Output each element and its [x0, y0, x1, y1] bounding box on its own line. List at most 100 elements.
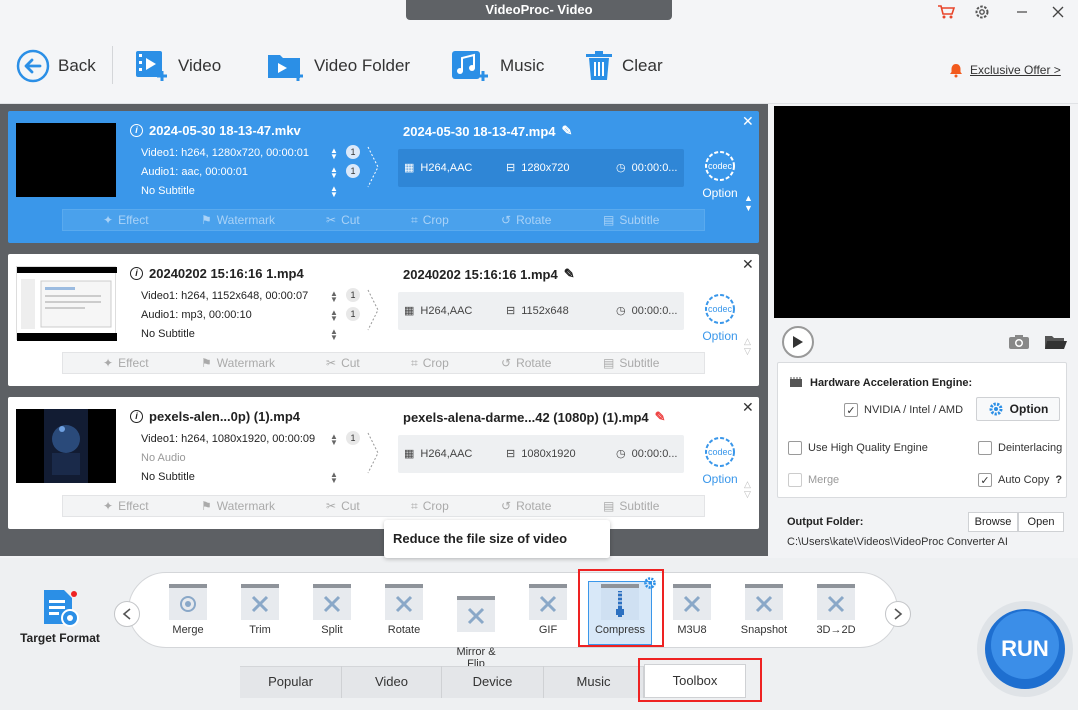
info-icon[interactable]: i	[130, 410, 143, 423]
tool-trim[interactable]: Trim	[225, 582, 295, 636]
tool-merge[interactable]: Merge	[153, 582, 223, 636]
crop-button[interactable]: ⌗ Crop	[411, 213, 449, 228]
video-thumbnail	[16, 409, 116, 483]
cart-icon[interactable]	[934, 2, 958, 22]
cut-button[interactable]: ✂ Cut	[326, 356, 360, 370]
scissors-icon: ✂	[326, 499, 337, 513]
remove-file-icon[interactable]: ✕	[742, 399, 754, 416]
tab-device[interactable]: Device	[442, 666, 544, 698]
rotate-button[interactable]: ↺ Rotate	[501, 213, 551, 227]
deinterlacing-checkbox[interactable]: Deinterlacing	[978, 441, 1062, 455]
file-card[interactable]: i 20240202 15:16:16 1.mp4 Video1: h264, …	[8, 254, 759, 386]
close-window-icon[interactable]	[1046, 2, 1070, 22]
input-title-row: i 20240202 15:16:16 1.mp4	[130, 266, 304, 281]
file-card[interactable]: i pexels-alen...0p) (1).mp4 Video1: h264…	[8, 397, 759, 529]
scissors-icon: ✂	[326, 213, 337, 227]
rotate-button[interactable]: ↺ Rotate	[501, 356, 551, 370]
tab-popular[interactable]: Popular	[240, 666, 342, 698]
output-format-box[interactable]: ▦ H264,AAC ⊟ 1280x720 ◷ 00:00:0...	[398, 149, 684, 187]
video-thumbnail	[16, 266, 117, 341]
file-card[interactable]: i 2024-05-30 18-13-47.mkv Video1: h264, …	[8, 111, 759, 243]
video-track-select[interactable]: ▲ ▼	[330, 147, 338, 161]
edit-name-icon[interactable]: ✎	[562, 123, 573, 139]
clear-button[interactable]: Clear	[584, 44, 663, 88]
tool-rotate[interactable]: Rotate	[369, 582, 439, 636]
output-format-box[interactable]: ▦ H264,AAC ⊟ 1080x1920 ◷ 00:00:0...	[398, 435, 684, 473]
rotate-button[interactable]: ↺ Rotate	[501, 499, 551, 513]
output-format-box[interactable]: ▦ H264,AAC ⊟ 1152x648 ◷ 00:00:0...	[398, 292, 684, 330]
video-track-select[interactable]: ▲ ▼	[330, 290, 338, 304]
snapshot-camera-icon[interactable]	[1008, 334, 1030, 353]
watermark-button[interactable]: ⚑ Watermark	[201, 499, 275, 513]
cut-button[interactable]: ✂ Cut	[326, 213, 360, 227]
output-duration: 00:00:0...	[631, 161, 678, 174]
effect-button[interactable]: ✦ Effect	[103, 356, 149, 370]
auto-copy-checkbox[interactable]: ✓ Auto Copy ?	[978, 473, 1062, 487]
add-video-folder-button[interactable]: Video Folder	[266, 44, 410, 88]
codec-option-button[interactable]: codec Option	[698, 292, 742, 343]
high-quality-checkbox[interactable]: Use High Quality Engine	[788, 441, 928, 455]
subtitle-button[interactable]: ▤ Subtitle	[603, 213, 659, 227]
subtitle-select[interactable]: ▲ ▼	[330, 328, 338, 342]
cut-button[interactable]: ✂ Cut	[326, 499, 360, 513]
remove-file-icon[interactable]: ✕	[742, 113, 754, 130]
open-button[interactable]: Open	[1018, 512, 1064, 532]
exclusive-offer-link[interactable]: Exclusive Offer >	[948, 62, 1061, 78]
subtitle-button[interactable]: ▤ Subtitle	[603, 356, 659, 370]
run-button[interactable]: RUN	[976, 596, 1074, 702]
subtitle-icon: ▤	[603, 213, 615, 227]
watermark-button[interactable]: ⚑ Watermark	[201, 356, 275, 370]
edit-name-icon[interactable]: ✎	[655, 409, 666, 425]
effect-button[interactable]: ✦ Effect	[103, 499, 149, 513]
help-icon[interactable]: ?	[1055, 474, 1062, 486]
tool-m3u8[interactable]: M3U8	[657, 582, 727, 636]
effect-button[interactable]: ✦ Effect	[103, 213, 149, 227]
remove-file-icon[interactable]: ✕	[742, 256, 754, 273]
add-video-button[interactable]: Video	[134, 44, 221, 88]
add-music-button[interactable]: Music	[450, 44, 544, 88]
watermark-button[interactable]: ⚑ Watermark	[201, 213, 275, 227]
settings-gear-icon[interactable]	[970, 2, 994, 22]
subtitle-button[interactable]: ▤ Subtitle	[603, 499, 659, 513]
tool-3d-2d[interactable]: 3D→2D	[801, 582, 871, 636]
crop-button[interactable]: ⌗ Crop	[411, 499, 449, 514]
codec-option-button[interactable]: codec Option	[698, 435, 742, 486]
target-format-icon	[44, 590, 79, 627]
reorder-arrows[interactable]: ▲ ▼	[744, 193, 753, 213]
minimize-icon[interactable]	[1010, 2, 1034, 22]
play-button[interactable]	[782, 326, 814, 358]
audio-track-select[interactable]: ▲ ▼	[330, 166, 338, 180]
crop-button[interactable]: ⌗ Crop	[411, 356, 449, 371]
tab-video[interactable]: Video	[342, 666, 442, 698]
info-icon[interactable]: i	[130, 267, 143, 280]
rotate-icon: ↺	[501, 356, 512, 370]
browse-button[interactable]: Browse	[968, 512, 1018, 532]
compress-settings-gear-icon[interactable]	[643, 576, 657, 593]
merge-label: Merge	[172, 624, 204, 636]
open-folder-icon[interactable]	[1044, 334, 1068, 353]
audio-track-select[interactable]: ▲ ▼	[330, 309, 338, 323]
video-track-select[interactable]: ▲ ▼	[330, 433, 338, 447]
subtitle-select[interactable]: ▲ ▼	[330, 471, 338, 485]
target-format-button[interactable]: Target Format	[18, 588, 102, 645]
trim-icon	[241, 584, 279, 620]
merge-checkbox[interactable]: Merge	[788, 473, 839, 487]
scroll-right-button[interactable]	[885, 601, 911, 627]
tool-gif[interactable]: GIF	[513, 582, 583, 636]
codec-option-button[interactable]: codec Option	[698, 149, 742, 200]
subtitle-select[interactable]: ▲ ▼	[330, 185, 338, 199]
tool-split[interactable]: Split	[297, 582, 367, 636]
tool-snapshot[interactable]: Snapshot	[729, 582, 799, 636]
resolution-icon: ⊟	[506, 448, 516, 460]
back-button[interactable]: Back	[16, 44, 96, 88]
hw-option-button[interactable]: Option	[976, 397, 1060, 421]
edit-name-icon[interactable]: ✎	[564, 266, 575, 282]
nvidia-checkbox[interactable]: ✓ NVIDIA / Intel / AMD	[844, 403, 963, 417]
info-icon[interactable]: i	[130, 124, 143, 137]
reorder-arrows[interactable]: △ ▽	[744, 479, 751, 499]
scroll-left-button[interactable]	[114, 601, 140, 627]
reorder-arrows[interactable]: △ ▽	[744, 336, 751, 356]
video-track-count: 1	[346, 431, 360, 445]
3d-2d-label: 3D→2D	[816, 624, 856, 636]
tab-music[interactable]: Music	[544, 666, 644, 698]
